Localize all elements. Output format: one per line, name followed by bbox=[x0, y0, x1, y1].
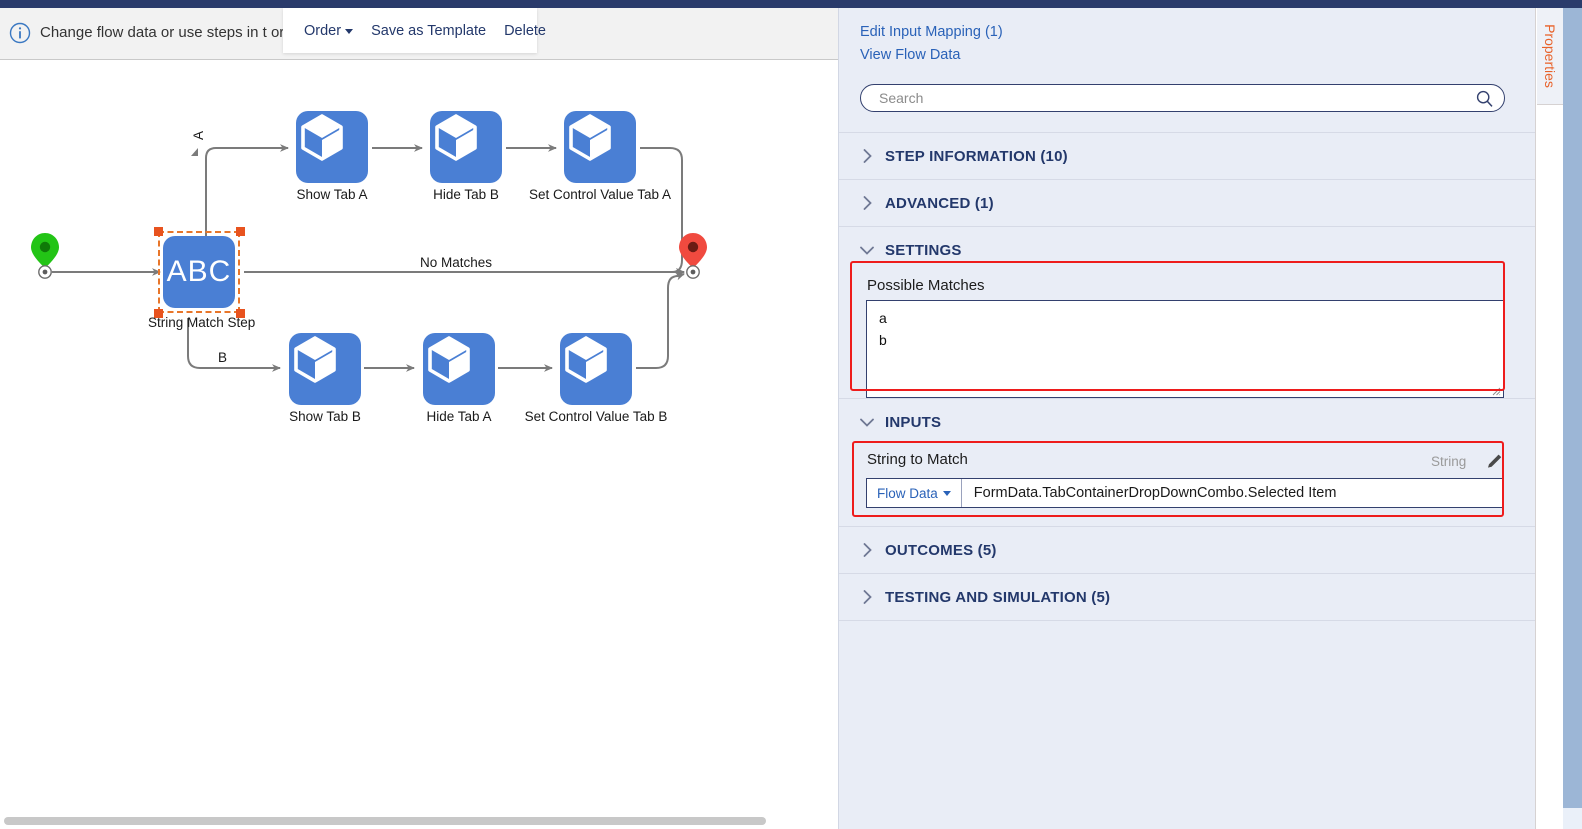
cube-icon bbox=[569, 114, 611, 161]
branch-label-a: A bbox=[191, 130, 206, 140]
context-menu-order[interactable]: Order bbox=[295, 23, 362, 39]
search-input[interactable] bbox=[877, 85, 1467, 111]
top-nav-bar bbox=[0, 0, 1582, 8]
flow-connectors bbox=[31, 144, 707, 372]
chevron-down-icon bbox=[859, 246, 875, 255]
step-context-menu[interactable]: Order Save as Template Delete bbox=[283, 8, 546, 53]
flow-node-hide-tab-b[interactable] bbox=[430, 111, 502, 183]
string-to-match-input-row[interactable]: Flow Data FormData.TabContainerDropDownC… bbox=[866, 478, 1504, 508]
chevron-down-icon bbox=[345, 29, 354, 34]
search-icon[interactable] bbox=[1476, 90, 1493, 107]
section-settings-title: SETTINGS bbox=[885, 241, 962, 259]
possible-matches-textarea[interactable]: a b bbox=[866, 300, 1504, 398]
section-testing-and-simulation-title: TESTING AND SIMULATION (5) bbox=[885, 588, 1111, 606]
possible-matches-line-2: b bbox=[879, 332, 887, 348]
chevron-down-icon bbox=[859, 418, 875, 427]
properties-panel: Edit Input Mapping (1) View Flow Data ST… bbox=[838, 8, 1536, 829]
string-to-match-value[interactable]: FormData.TabContainerDropDownCombo.Selec… bbox=[962, 485, 1337, 501]
right-edge-scrollbar-foot bbox=[1563, 808, 1582, 829]
right-rail bbox=[1535, 8, 1563, 829]
flow-node-label-string-match-step: String Match Step bbox=[148, 315, 256, 330]
selection-handle-tl[interactable] bbox=[154, 227, 163, 236]
flow-node-hide-tab-a[interactable] bbox=[423, 333, 495, 405]
string-to-match-label: String to Match bbox=[867, 451, 968, 468]
section-testing-and-simulation[interactable]: TESTING AND SIMULATION (5) bbox=[839, 573, 1536, 620]
section-bottom-divider bbox=[839, 620, 1536, 621]
section-step-information-header[interactable]: STEP INFORMATION (10) bbox=[839, 133, 1536, 179]
properties-rail-tab[interactable]: Properties bbox=[1537, 8, 1563, 105]
section-outcomes-title: OUTCOMES (5) bbox=[885, 541, 997, 559]
flow-node-label-hide-tab-a: Hide Tab A bbox=[426, 409, 492, 424]
flow-node-label-set-control-value-tab-a: Set Control Value Tab A bbox=[528, 187, 672, 202]
section-advanced[interactable]: ADVANCED (1) bbox=[839, 179, 1536, 226]
flow-node-label-show-tab-a: Show Tab A bbox=[296, 187, 368, 202]
cube-icon bbox=[301, 114, 343, 161]
possible-matches-line-1: a bbox=[879, 310, 887, 326]
section-settings-header[interactable]: SETTINGS bbox=[839, 227, 1536, 273]
selection-handle-tr[interactable] bbox=[236, 227, 245, 236]
canvas-horizontal-scrollbar-thumb[interactable] bbox=[4, 817, 766, 825]
context-menu-order-label: Order bbox=[304, 22, 342, 39]
resize-grip-icon[interactable] bbox=[1491, 386, 1501, 396]
flow-node-show-tab-a[interactable] bbox=[296, 111, 368, 183]
node-glyph-abc: ABC bbox=[166, 255, 232, 288]
edit-input-mapping-link[interactable]: Edit Input Mapping (1) bbox=[860, 24, 1003, 40]
section-step-information[interactable]: STEP INFORMATION (10) bbox=[839, 132, 1536, 179]
flow-node-string-match-step[interactable]: ABC bbox=[163, 236, 235, 308]
section-advanced-title: ADVANCED (1) bbox=[885, 194, 994, 212]
branch-label-b: B bbox=[218, 350, 228, 365]
flow-data-source-dropdown[interactable]: Flow Data bbox=[867, 479, 962, 507]
section-outcomes-header[interactable]: OUTCOMES (5) bbox=[839, 527, 1536, 573]
info-circle-icon bbox=[9, 22, 31, 44]
cube-icon bbox=[435, 114, 477, 161]
right-edge-scrollbar[interactable] bbox=[1563, 8, 1582, 808]
flow-data-source-label: Flow Data bbox=[877, 485, 938, 501]
flow-designer-workarea: Change flow data or use steps in t orm d… bbox=[0, 8, 838, 829]
input-type-label: String bbox=[1431, 454, 1467, 469]
flow-node-label-set-control-value-tab-b: Set Control Value Tab B bbox=[524, 409, 668, 424]
properties-rail-tab-label: Properties bbox=[1542, 24, 1558, 88]
section-step-information-title: STEP INFORMATION (10) bbox=[885, 147, 1068, 165]
view-flow-data-link[interactable]: View Flow Data bbox=[860, 47, 960, 63]
flow-node-set-control-value-tab-a[interactable] bbox=[564, 111, 636, 183]
chevron-right-icon bbox=[859, 590, 875, 604]
branch-label-no-matches: No Matches bbox=[420, 255, 493, 270]
chevron-right-icon bbox=[859, 196, 875, 210]
flow-node-set-control-value-tab-b[interactable] bbox=[560, 333, 632, 405]
section-inputs-title: INPUTS bbox=[885, 413, 942, 431]
properties-search-box[interactable] bbox=[860, 84, 1505, 112]
app-root: Change flow data or use steps in t orm d… bbox=[0, 0, 1582, 829]
chevron-right-icon bbox=[859, 149, 875, 163]
flow-node-show-tab-b[interactable] bbox=[289, 333, 361, 405]
section-settings: SETTINGS Possible Matches a b bbox=[839, 226, 1536, 398]
possible-matches-label: Possible Matches bbox=[867, 277, 985, 294]
flow-node-label-show-tab-b: Show Tab B bbox=[289, 409, 361, 424]
section-advanced-header[interactable]: ADVANCED (1) bbox=[839, 180, 1536, 226]
flow-canvas[interactable]: A No Matches B ABC String Match Step Sho… bbox=[0, 60, 838, 812]
cube-icon bbox=[294, 336, 336, 383]
chevron-right-icon bbox=[859, 543, 875, 557]
cube-icon bbox=[428, 336, 470, 383]
section-testing-and-simulation-header[interactable]: TESTING AND SIMULATION (5) bbox=[839, 574, 1536, 620]
cube-icon bbox=[565, 336, 607, 383]
canvas-horizontal-scrollbar[interactable] bbox=[0, 812, 838, 829]
context-menu-save-as-template[interactable]: Save as Template bbox=[362, 23, 495, 39]
section-inputs: INPUTS String to Match String Flow Data … bbox=[839, 398, 1536, 526]
context-menu-delete[interactable]: Delete bbox=[495, 23, 555, 39]
chevron-down-icon bbox=[942, 490, 951, 496]
flow-node-label-hide-tab-b: Hide Tab B bbox=[433, 187, 499, 202]
section-outcomes[interactable]: OUTCOMES (5) bbox=[839, 526, 1536, 573]
pencil-icon[interactable] bbox=[1485, 452, 1504, 471]
section-inputs-header[interactable]: INPUTS bbox=[839, 399, 1536, 445]
